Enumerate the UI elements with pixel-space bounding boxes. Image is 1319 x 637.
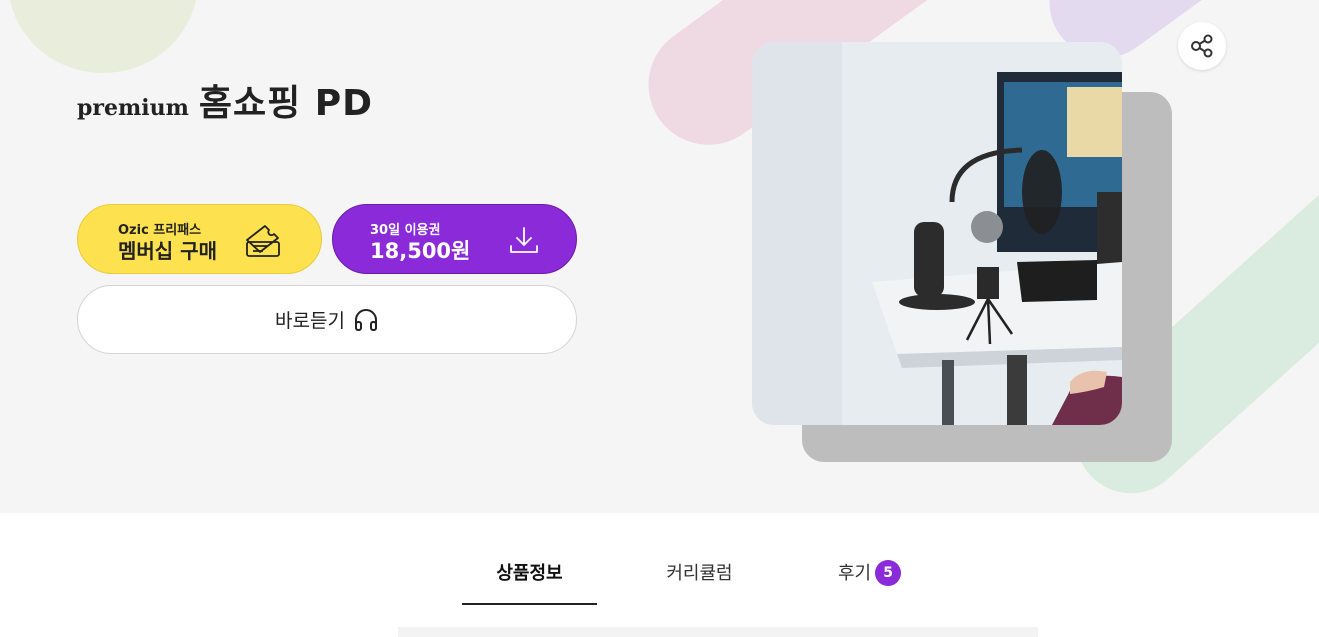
tab-review-label: 후기 [837,563,872,584]
decor-blob-yellow [8,0,198,73]
product-title: premium 홈쇼핑 PD [77,74,373,126]
tab-review[interactable]: 후기 5 [802,557,937,605]
review-count-badge: 5 [875,560,902,586]
membership-big-label: 멤버십 구매 [118,239,217,263]
pass-small-label: 30일 이용권 [370,223,441,238]
product-name: 홈쇼핑 PD [198,83,374,124]
membership-purchase-button[interactable]: Ozic 프리패스 멤버십 구매 [77,204,322,274]
share-icon [1191,34,1213,58]
hero-section: premium 홈쇼핑 PD Ozic 프리패스 멤버십 구매 30일 이용권 … [0,0,1319,513]
content-area-top [398,627,1038,637]
headphones-icon [354,308,377,331]
ticket-icon [246,225,280,257]
listen-now-button[interactable]: 바로듣기 [77,285,577,354]
tab-curriculum[interactable]: 커리큘럼 [632,557,767,605]
tab-product-info-label: 상품정보 [496,563,563,584]
listen-label: 바로듣기 [275,310,345,332]
product-tag: premium [77,95,189,121]
tab-curriculum-label: 커리큘럼 [666,563,733,584]
pass-purchase-button[interactable]: 30일 이용권 18,500원 [332,204,577,274]
tab-product-info[interactable]: 상품정보 [462,557,597,605]
download-icon [510,227,538,253]
product-image [752,42,1122,425]
share-button[interactable] [1178,22,1226,70]
pass-price: 18,500원 [370,239,471,263]
membership-small-label: Ozic 프리패스 [118,223,202,238]
